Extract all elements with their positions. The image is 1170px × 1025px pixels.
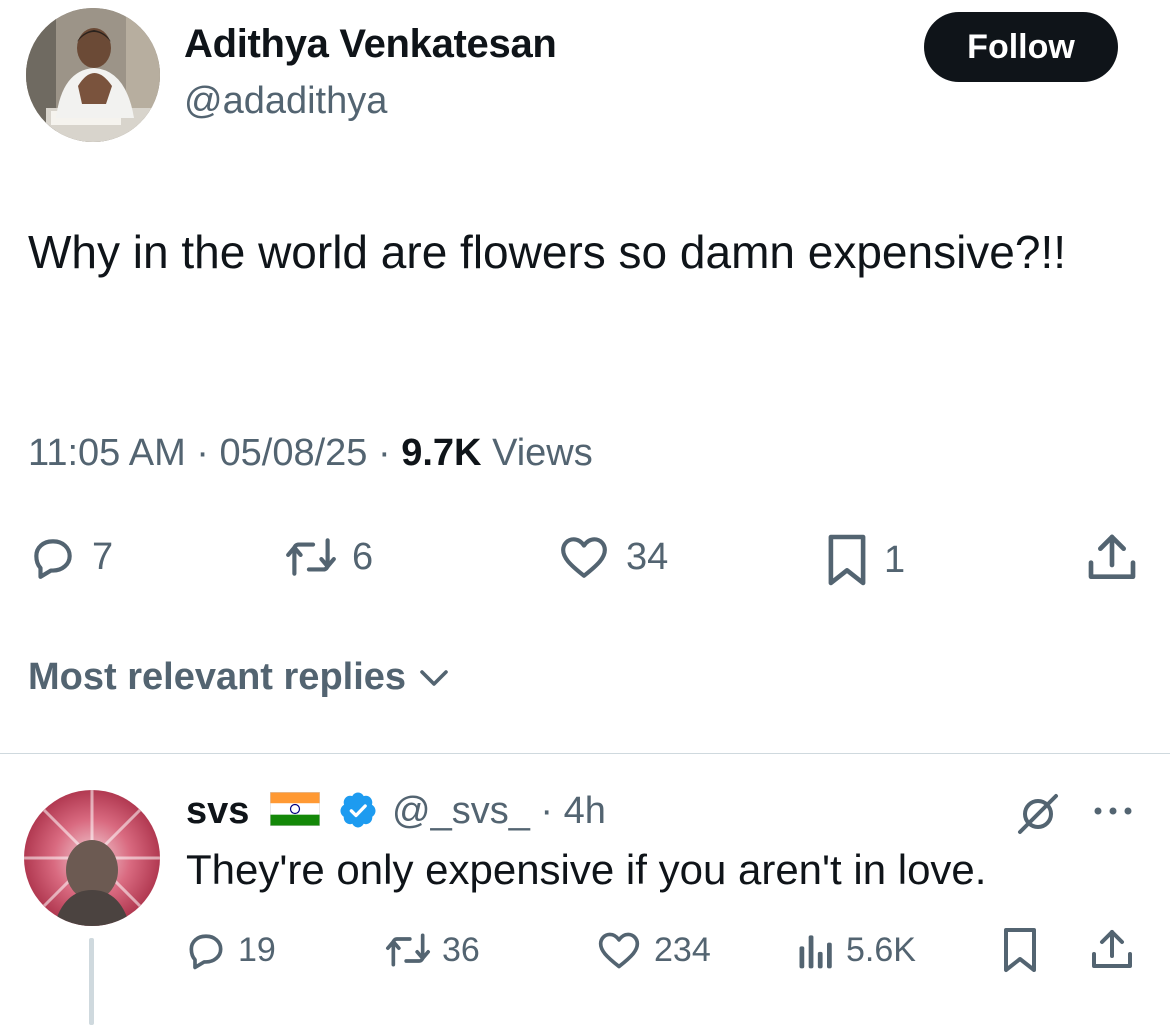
tweet-date: 05/08/25	[219, 432, 368, 474]
reply-like-action[interactable]: 234	[594, 928, 711, 972]
views-icon	[799, 935, 832, 969]
share-icon	[1088, 534, 1136, 579]
share-button[interactable]	[1084, 530, 1140, 591]
author-avatar[interactable]	[26, 8, 160, 142]
meta-separator: ·	[378, 432, 391, 474]
tweet-time: 11:05 AM	[28, 432, 186, 474]
like-icon	[598, 932, 640, 969]
reply-reply-count: 19	[238, 930, 276, 969]
replies-sort-dropdown[interactable]: Most relevant replies	[28, 656, 452, 699]
chevron-down-icon	[420, 669, 448, 686]
meta-separator: ·	[196, 432, 209, 474]
follow-button[interactable]: Follow	[924, 12, 1118, 82]
reply-views-count: 5.6K	[846, 930, 916, 969]
like-icon	[561, 537, 607, 578]
repost-count: 6	[352, 535, 374, 578]
bookmark-count: 1	[884, 538, 906, 581]
india-flag-icon	[269, 791, 321, 831]
reply-reply-action[interactable]: 19	[184, 928, 276, 972]
reply-handle[interactable]: @_svs_	[392, 790, 530, 832]
reply-views-action[interactable]: 5.6K	[796, 928, 916, 972]
share-icon	[1092, 930, 1132, 968]
bookmark-icon	[828, 534, 866, 586]
grok-button[interactable]	[1014, 790, 1062, 843]
views-label[interactable]: Views	[492, 432, 593, 474]
reply-author-avatar[interactable]	[24, 790, 160, 926]
like-action[interactable]: 34	[556, 532, 668, 582]
reply-author-handle[interactable]: @_svs_ · 4h	[392, 790, 606, 833]
reply-age: · 4h	[540, 790, 606, 832]
repost-icon	[386, 933, 430, 967]
more-icon	[1094, 807, 1132, 815]
like-count: 34	[626, 535, 669, 578]
reply-icon	[34, 539, 72, 579]
tweet-text: Why in the world are flowers so damn exp…	[28, 226, 1067, 278]
reply-bookmark-button[interactable]	[1000, 926, 1040, 979]
replies-sort-label: Most relevant replies	[28, 656, 407, 698]
reply-text: They're only expensive if you aren't in …	[186, 846, 987, 893]
reply-repost-action[interactable]: 36	[384, 928, 480, 972]
thread-connector	[89, 938, 94, 1025]
divider	[0, 753, 1170, 754]
reply-count: 7	[92, 535, 114, 578]
reply-share-button[interactable]	[1088, 926, 1136, 979]
author-handle[interactable]: @adadithya	[184, 80, 387, 123]
tweet-meta: 11:05 AM · 05/08/25 · 9.7K Views	[28, 432, 593, 475]
grok-icon	[1018, 794, 1058, 834]
repost-icon	[286, 538, 336, 576]
more-options-button[interactable]	[1088, 796, 1138, 831]
reply-icon	[189, 934, 223, 970]
reply-repost-count: 36	[442, 930, 480, 969]
verified-icon[interactable]	[338, 790, 378, 835]
reply-author-name[interactable]: svs	[186, 790, 249, 833]
bookmark-action[interactable]: 1	[824, 532, 905, 588]
reply-like-count: 234	[654, 930, 711, 969]
views-count: 9.7K	[401, 432, 482, 474]
repost-action[interactable]: 6	[284, 532, 373, 582]
bookmark-icon	[1004, 928, 1036, 972]
author-name[interactable]: Adithya Venkatesan	[184, 22, 557, 67]
reply-action[interactable]: 7	[28, 532, 113, 582]
